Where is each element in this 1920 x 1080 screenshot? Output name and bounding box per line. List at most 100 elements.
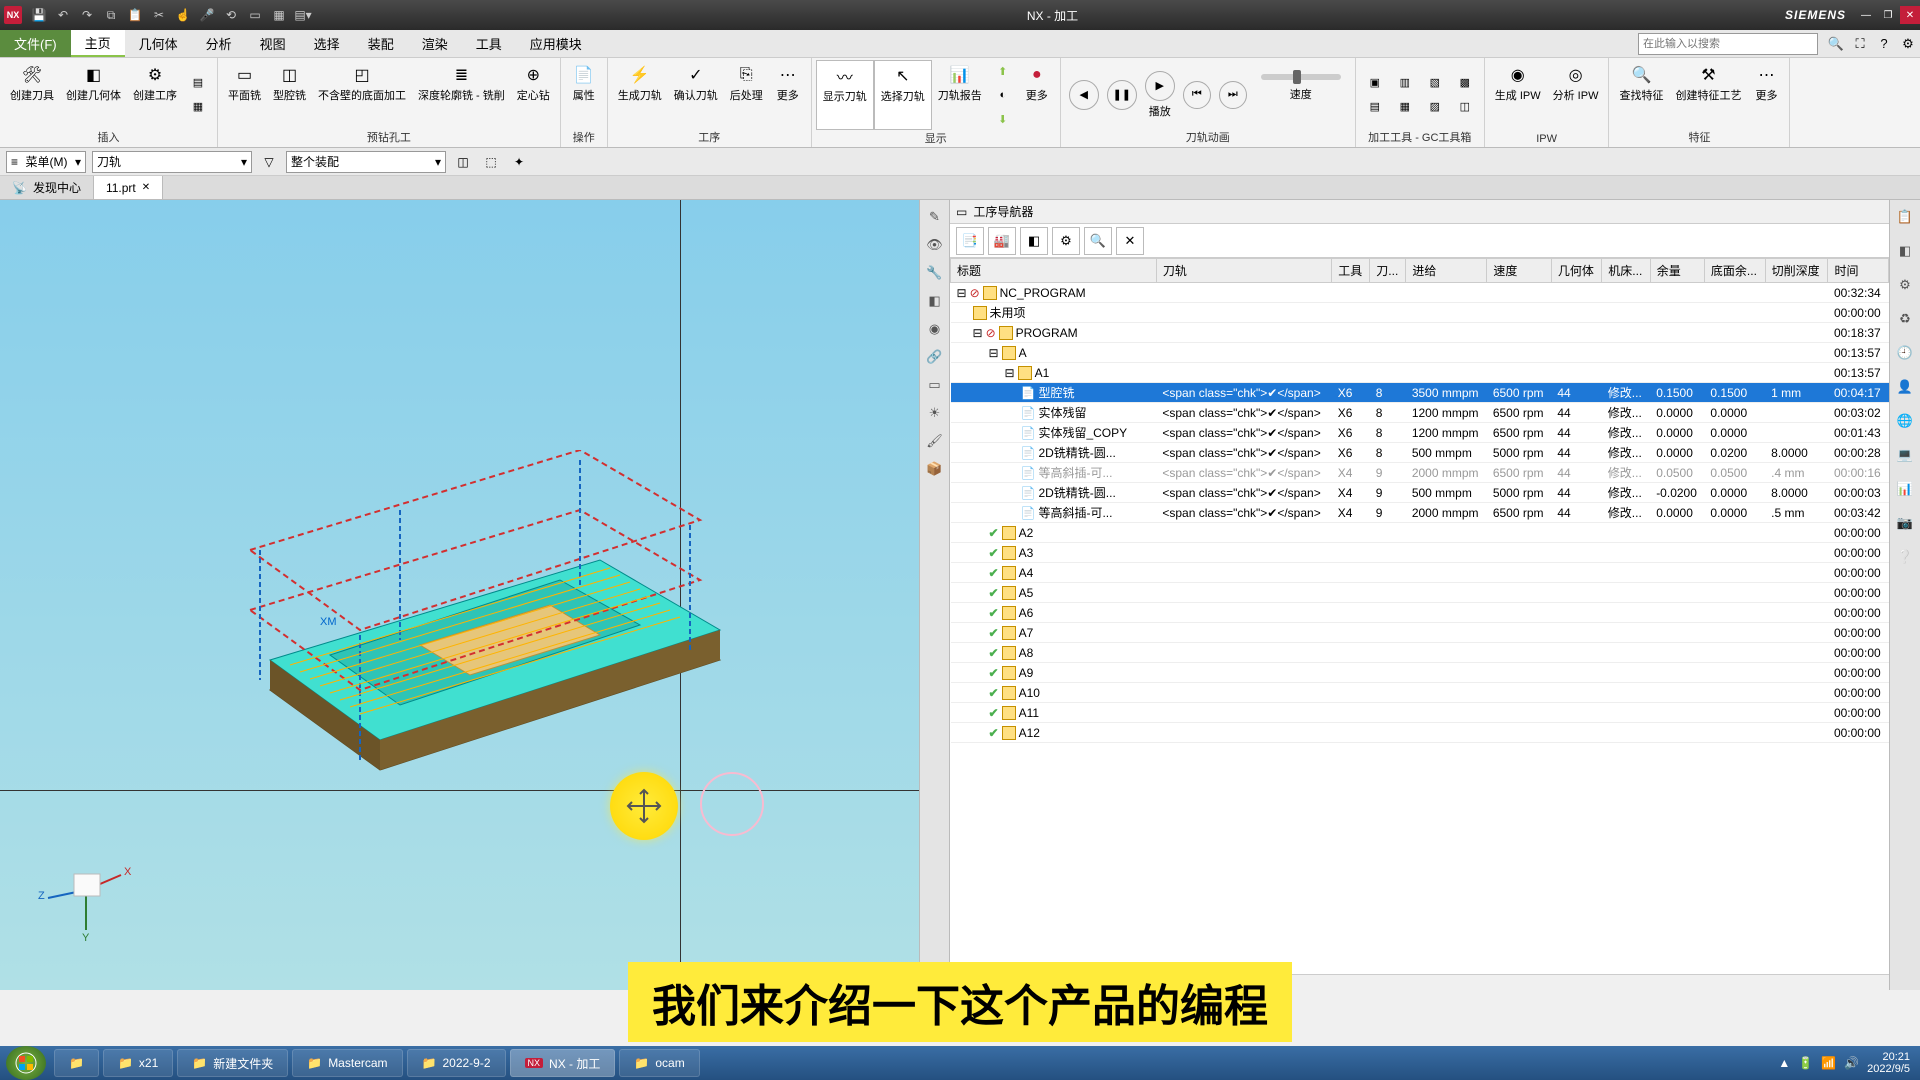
nav-col-3[interactable]: 刀... [1370, 259, 1406, 283]
vp-link-icon[interactable]: 🔗 [924, 346, 946, 368]
table-row[interactable]: ✔A1000:00:00 [951, 683, 1889, 703]
rb-plot-icon[interactable]: 📊 [1894, 478, 1916, 500]
nav-view-find[interactable]: 🔍 [1084, 227, 1112, 255]
insert-small-1[interactable]: ▤ [187, 72, 209, 94]
gc-btn-5[interactable]: ▧ [1424, 72, 1446, 94]
insert-small-2[interactable]: ▦ [187, 96, 209, 118]
table-row[interactable]: ⊟ ⊘PROGRAM00:18:37 [951, 323, 1889, 343]
vp-rect-icon[interactable]: ▭ [924, 374, 946, 396]
rb-help-icon[interactable]: ❔ [1894, 546, 1916, 568]
op-more-button[interactable]: ⋯更多 [769, 60, 807, 129]
nav-col-11[interactable]: 时间 [1828, 259, 1889, 283]
tab-assembly[interactable]: 装配 [354, 30, 408, 57]
redo-icon[interactable]: ↷ [78, 6, 96, 24]
undo-icon[interactable]: ↶ [54, 6, 72, 24]
tab-view[interactable]: 视图 [246, 30, 300, 57]
table-row[interactable]: 📄 2D铣精铣-圆...<span class="chk">✔</span>X6… [951, 443, 1889, 463]
anim-play-button[interactable]: ▶ [1145, 71, 1175, 101]
post-process-button[interactable]: ⎘后处理 [724, 60, 769, 129]
search-icon[interactable]: 🔍 [1824, 30, 1848, 57]
nav-view-method[interactable]: ⚙ [1052, 227, 1080, 255]
navigator-table[interactable]: 标题刀轨工具刀...进给速度几何体机床...余量底面余...切削深度时间 ⊟ ⊘… [950, 258, 1889, 743]
table-row[interactable]: ⊟ A00:13:57 [951, 343, 1889, 363]
filter-toolpath-dropdown[interactable]: 刀轨▾ [92, 151, 252, 173]
fullscreen-icon[interactable]: ⛶ [1848, 30, 1872, 57]
gc-btn-3[interactable]: ▥ [1394, 72, 1416, 94]
rb-part-icon[interactable]: ◧ [1894, 240, 1916, 262]
nav-view-close[interactable]: ✕ [1116, 227, 1144, 255]
rb-sys-icon[interactable]: 💻 [1894, 444, 1916, 466]
nav-col-5[interactable]: 速度 [1487, 259, 1552, 283]
tab-part-file[interactable]: 11.prt✕ [94, 176, 163, 199]
table-row[interactable]: 未用项00:00:00 [951, 303, 1889, 323]
cavity-mill-button[interactable]: ◫型腔铣 [267, 60, 312, 129]
link-icon[interactable]: ⟲ [222, 6, 240, 24]
table-row[interactable]: ✔A600:00:00 [951, 603, 1889, 623]
command-search[interactable] [1638, 33, 1818, 55]
table-row[interactable]: ✔A1200:00:00 [951, 723, 1889, 743]
menu-dropdown[interactable]: ≡ 菜单(M) ▾ [6, 151, 86, 173]
table-row[interactable]: 📄 2D铣精铣-圆...<span class="chk">✔</span>X4… [951, 483, 1889, 503]
mic-icon[interactable]: 🎤 [198, 6, 216, 24]
save-icon[interactable]: 💾 [30, 6, 48, 24]
create-tool-button[interactable]: 🛠创建刀具 [4, 60, 60, 129]
table-row[interactable]: ✔A900:00:00 [951, 663, 1889, 683]
filter-icon[interactable]: ▽ [258, 151, 280, 173]
vp-cube-icon[interactable]: ◧ [924, 290, 946, 312]
sel-tool-3[interactable]: ✦ [508, 151, 530, 173]
nav-view-machine[interactable]: 🏭 [988, 227, 1016, 255]
layout-icon[interactable]: ▤▾ [294, 6, 312, 24]
display-more-button[interactable]: ●更多 [1018, 60, 1056, 130]
vp-box-icon[interactable]: 📦 [924, 458, 946, 480]
table-row[interactable]: ✔A500:00:00 [951, 583, 1889, 603]
taskbar-app-5[interactable]: 📁ocam [619, 1049, 699, 1077]
minimize-button[interactable]: — [1856, 6, 1876, 24]
vp-eye-icon[interactable]: 👁 [924, 234, 946, 256]
taskbar-app-0[interactable]: 📁x21 [103, 1049, 173, 1077]
table-row[interactable]: 📄 等高斜插-可...<span class="chk">✔</span>X49… [951, 503, 1889, 523]
view-triad[interactable]: X Y Z [36, 840, 136, 940]
window-icon[interactable]: ▭ [246, 6, 264, 24]
table-row[interactable]: ✔A700:00:00 [951, 623, 1889, 643]
tab-render[interactable]: 渲染 [408, 30, 462, 57]
nav-col-7[interactable]: 机床... [1602, 259, 1650, 283]
vp-pen-icon[interactable]: ✎ [924, 206, 946, 228]
tab-application[interactable]: 应用模块 [516, 30, 596, 57]
depth-profile-button[interactable]: ≣深度轮廓铣 - 铣削 [412, 60, 511, 129]
floor-wall-button[interactable]: ◰不含壁的底面加工 [312, 60, 412, 129]
tab-file[interactable]: 文件(F) [0, 30, 71, 57]
tab-home[interactable]: 主页 [71, 30, 125, 57]
tab-discovery[interactable]: 📡 发现中心 [0, 176, 94, 199]
table-row[interactable]: 📄 等高斜插-可...<span class="chk">✔</span>X49… [951, 463, 1889, 483]
display-small-1[interactable]: ⬆ [992, 60, 1014, 82]
table-row[interactable]: ✔A300:00:00 [951, 543, 1889, 563]
close-button[interactable]: ✕ [1900, 6, 1920, 24]
nav-col-0[interactable]: 标题 [951, 259, 1157, 283]
tray-icon-4[interactable]: 🔊 [1844, 1056, 1859, 1070]
feature-more-button[interactable]: ⋯更多 [1747, 60, 1785, 129]
nav-col-9[interactable]: 底面余... [1704, 259, 1765, 283]
path-report-button[interactable]: 📊刀轨报告 [932, 60, 988, 130]
generate-ipw-button[interactable]: ◉生成 IPW [1489, 60, 1547, 133]
vp-sphere-icon[interactable]: ◉ [924, 318, 946, 340]
nav-col-2[interactable]: 工具 [1332, 259, 1370, 283]
taskbar-app-2[interactable]: 📁Mastercam [292, 1049, 402, 1077]
table-row[interactable]: ⊟ ⊘NC_PROGRAM00:32:34 [951, 283, 1889, 303]
touch-icon[interactable]: ☝ [174, 6, 192, 24]
table-row[interactable]: 📄 实体残留<span class="chk">✔</span>X681200 … [951, 403, 1889, 423]
gc-btn-6[interactable]: ▨ [1424, 96, 1446, 118]
graphics-viewport[interactable]: XM X Y Z [0, 200, 920, 990]
sel-tool-1[interactable]: ◫ [452, 151, 474, 173]
speed-slider[interactable] [1261, 74, 1341, 80]
rb-role-icon[interactable]: 👤 [1894, 376, 1916, 398]
nav-view-geometry[interactable]: ◧ [1020, 227, 1048, 255]
anim-step-fwd-button[interactable]: ⏭ [1219, 81, 1247, 109]
taskbar-app-4[interactable]: NXNX - 加工 [510, 1049, 616, 1077]
table-row[interactable]: ✔A400:00:00 [951, 563, 1889, 583]
select-path-button[interactable]: ↖选择刀轨 [874, 60, 932, 130]
create-feature-op-button[interactable]: ⚒创建特征工艺 [1669, 60, 1747, 129]
rb-web-icon[interactable]: 🌐 [1894, 410, 1916, 432]
nav-col-10[interactable]: 切削深度 [1765, 259, 1828, 283]
start-button[interactable] [6, 1046, 46, 1080]
paste-icon[interactable]: 📋 [126, 6, 144, 24]
